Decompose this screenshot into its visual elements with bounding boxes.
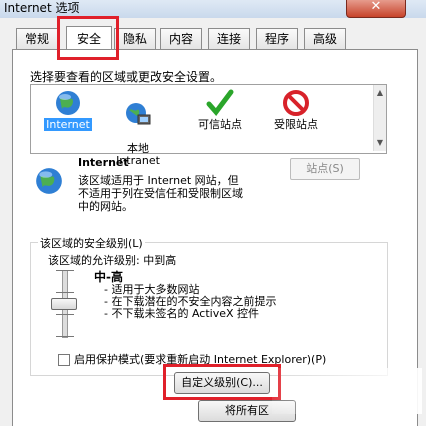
zone-description: 该区域适用于 Internet 网站，但 不适用于列在受信任和受限制区域 中的网…: [78, 174, 243, 213]
tab-security[interactable]: 安全: [66, 26, 112, 49]
zone-trusted-sites[interactable]: 可信站点: [187, 89, 253, 131]
select-zone-instruction: 选择要查看的区域或更改安全设置。: [30, 70, 223, 84]
zone-scrollbar[interactable]: ▲ ▼: [373, 85, 386, 151]
zone-label: 受限站点: [274, 118, 318, 131]
zone-label: Internet: [44, 118, 92, 131]
protected-mode-checkbox[interactable]: [58, 354, 70, 366]
zone-internet[interactable]: Internet: [35, 89, 101, 131]
close-button[interactable]: ✕: [346, 0, 406, 18]
tab-general[interactable]: 常规: [16, 28, 58, 49]
zone-label: 可信站点: [198, 118, 242, 131]
level-description: - 适用于大多数网站 - 在下载潜在的不安全内容之前提示 - 不下载未签名的 A…: [104, 284, 276, 320]
protected-mode-option[interactable]: 启用保护模式(要求重新启动 Internet Explorer)(P): [58, 351, 326, 367]
watermark-overlay: [272, 368, 422, 414]
sites-button[interactable]: 站点(S): [290, 158, 360, 180]
slider-tick: [56, 270, 74, 271]
slider-tick: [56, 292, 74, 293]
custom-level-button[interactable]: 自定义级别(C)...: [174, 372, 270, 394]
checkmark-icon: [206, 89, 234, 116]
globe-icon: [56, 91, 80, 115]
tab-content[interactable]: 内容: [160, 28, 202, 49]
slider-tick: [56, 314, 74, 315]
globe-icon: [36, 168, 62, 194]
protected-mode-label: 启用保护模式(要求重新启动 Internet Explorer)(P): [74, 353, 327, 366]
tab-privacy[interactable]: 隐私: [114, 28, 156, 49]
allowed-levels-text: 该区域的允许级别: 中到高: [48, 254, 177, 267]
zone-list: Internet 本地 Intranet 可信站点 受限站点 ▲ ▼: [30, 84, 387, 167]
window-title: Internet 选项: [4, 1, 80, 15]
tab-programs[interactable]: 程序: [256, 28, 298, 49]
security-level-label: 该区域的安全级别(L): [38, 235, 145, 251]
slider-tick: [56, 336, 74, 337]
level-bullet: - 不下载未签名的 ActiveX 控件: [104, 307, 260, 320]
tab-advanced[interactable]: 高级: [304, 28, 346, 49]
scroll-down-icon[interactable]: ▼: [374, 137, 386, 149]
scroll-up-icon[interactable]: ▲: [374, 87, 386, 99]
restricted-icon: [283, 90, 309, 116]
zone-restricted-sites[interactable]: 受限站点: [263, 89, 329, 131]
zone-title: Internet: [78, 156, 129, 169]
intranet-icon: [126, 103, 151, 125]
tab-strip: 常规 安全 隐私 内容 连接 程序 高级: [14, 26, 374, 50]
slider-thumb[interactable]: [51, 298, 77, 310]
tab-connections[interactable]: 连接: [208, 28, 250, 49]
title-bar: Internet 选项 ✕: [0, 0, 426, 18]
